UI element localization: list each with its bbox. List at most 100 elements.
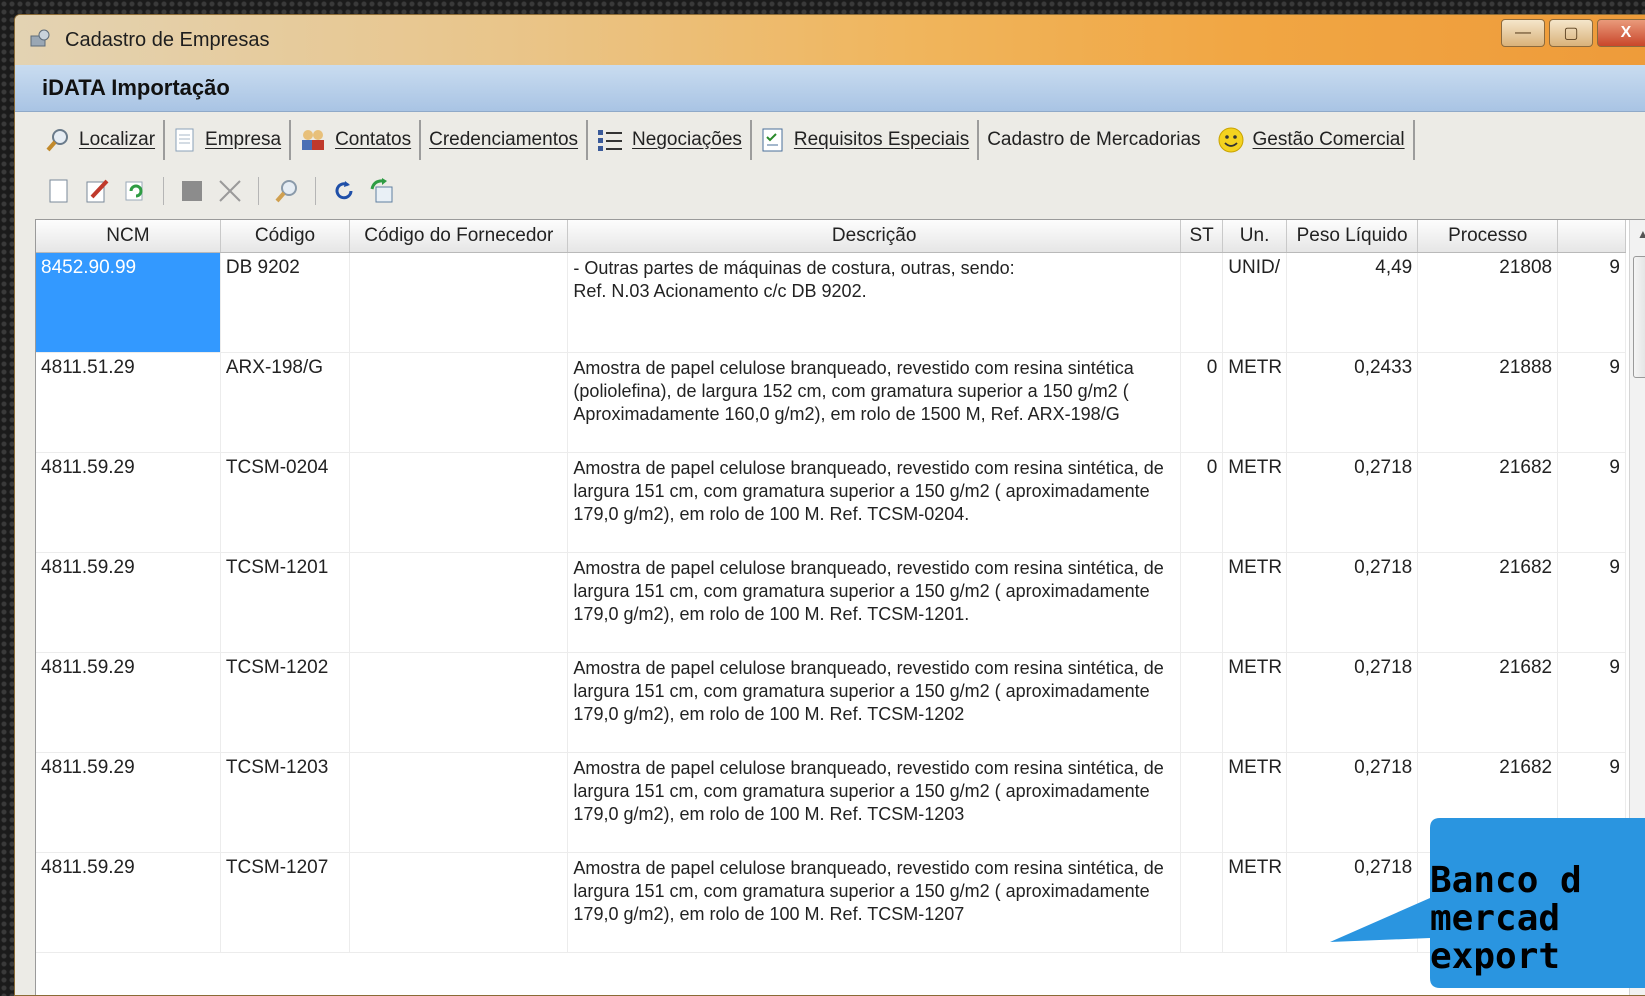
descricao-cell[interactable]: Amostra de papel celulose branqueado, re…: [567, 852, 1181, 953]
codigo-cell[interactable]: TCSM-0204: [220, 452, 351, 553]
column-header[interactable]: Descrição: [567, 220, 1181, 253]
ncm-cell[interactable]: 4811.51.29: [36, 352, 221, 453]
processo-cell[interactable]: 21682: [1417, 552, 1559, 653]
column-header[interactable]: Processo: [1417, 220, 1559, 253]
title-bar[interactable]: Cadastro de Empresas — ▢ X: [15, 15, 1645, 65]
descricao-cell[interactable]: Amostra de papel celulose branqueado, re…: [567, 352, 1181, 453]
new-icon[interactable]: [45, 177, 73, 205]
un-cell[interactable]: METR: [1222, 352, 1287, 453]
codigo-cell[interactable]: TCSM-1201: [220, 552, 351, 653]
st-cell[interactable]: 0: [1180, 352, 1224, 453]
peso-cell[interactable]: 0,2718: [1286, 552, 1419, 653]
descricao-cell[interactable]: Amostra de papel celulose branqueado, re…: [567, 552, 1181, 653]
fornecedor-cell[interactable]: [349, 452, 569, 553]
fornecedor-cell[interactable]: [349, 852, 569, 953]
search-icon[interactable]: [273, 177, 301, 205]
column-header[interactable]: NCM: [36, 220, 221, 253]
descricao-cell[interactable]: Amostra de papel celulose branqueado, re…: [567, 752, 1181, 853]
extra-cell[interactable]: 9: [1557, 252, 1626, 353]
ncm-cell[interactable]: 4811.59.29: [36, 752, 221, 853]
peso-cell[interactable]: 0,2433: [1286, 352, 1419, 453]
column-header[interactable]: Peso Líquido: [1286, 220, 1419, 253]
tab-label: Credenciamentos: [429, 129, 579, 150]
scroll-thumb[interactable]: [1633, 256, 1645, 378]
st-cell[interactable]: [1180, 652, 1224, 753]
descricao-cell[interactable]: - Outras partes de máquinas de costura, …: [567, 252, 1181, 353]
processo-cell[interactable]: 21808: [1417, 252, 1559, 353]
processo-cell[interactable]: 21682: [1417, 452, 1559, 553]
reload-icon[interactable]: [330, 177, 358, 205]
column-header[interactable]: ST: [1180, 220, 1224, 253]
extra-cell[interactable]: 9: [1557, 452, 1626, 553]
peso-cell[interactable]: 0,2718: [1286, 652, 1419, 753]
table-row[interactable]: 4811.59.29 TCSM-1201 Amostra de papel celu…: [36, 552, 1626, 653]
st-cell[interactable]: [1180, 252, 1224, 353]
toolbar-separator: [315, 177, 316, 205]
save-icon[interactable]: [178, 177, 206, 205]
un-cell[interactable]: METR: [1222, 752, 1287, 853]
maximize-button[interactable]: ▢: [1549, 19, 1593, 47]
tab-empresa[interactable]: Empresa: [165, 120, 292, 160]
codigo-cell[interactable]: TCSM-1203: [220, 752, 351, 853]
codigo-cell[interactable]: TCSM-1202: [220, 652, 351, 753]
close-button[interactable]: X: [1597, 19, 1645, 47]
column-header[interactable]: Un.: [1222, 220, 1287, 253]
peso-cell[interactable]: 0,2718: [1286, 452, 1419, 553]
descricao-cell[interactable]: Amostra de papel celulose branqueado, re…: [567, 452, 1181, 553]
un-cell[interactable]: METR: [1222, 452, 1287, 553]
codigo-cell[interactable]: DB 9202: [220, 252, 351, 353]
tab-requisitos-especiais[interactable]: Requisitos Especiais: [752, 120, 980, 160]
descricao-cell[interactable]: Amostra de papel celulose branqueado, re…: [567, 652, 1181, 753]
processo-cell[interactable]: 21888: [1417, 352, 1559, 453]
ncm-cell[interactable]: 4811.59.29: [36, 852, 221, 953]
tab-cadastro-de-mercadorias[interactable]: Cadastro de Mercadorias: [979, 120, 1208, 160]
refresh-arrows-icon[interactable]: [121, 177, 149, 205]
table-row[interactable]: 8452.90.99 DB 9202 - Outras partes de máqu…: [36, 252, 1626, 353]
peso-cell[interactable]: 4,49: [1286, 252, 1419, 353]
extra-cell[interactable]: 9: [1557, 552, 1626, 653]
column-header[interactable]: Código: [220, 220, 351, 253]
table-row[interactable]: 4811.59.29 TCSM-0204 Amostra de papel celu…: [36, 452, 1626, 553]
tab-label: Empresa: [205, 129, 282, 150]
scroll-up-icon[interactable]: ▲: [1630, 220, 1645, 248]
fornecedor-cell[interactable]: [349, 652, 569, 753]
tab-contatos[interactable]: Contatos: [291, 120, 422, 160]
un-cell[interactable]: METR: [1222, 552, 1287, 653]
delete-icon[interactable]: [216, 177, 244, 205]
tab-label: Cadastro de Mercadorias: [987, 129, 1201, 150]
codigo-cell[interactable]: TCSM-1207: [220, 852, 351, 953]
column-header[interactable]: [1557, 220, 1626, 253]
un-cell[interactable]: METR: [1222, 852, 1287, 953]
st-cell[interactable]: [1180, 552, 1224, 653]
table-header-row: NCM Código Código do Fornecedor Descrição ST…: [36, 220, 1626, 253]
extra-cell[interactable]: 9: [1557, 352, 1626, 453]
table-row[interactable]: 4811.51.29 ARX-198/G Amostra de papel celu…: [36, 352, 1626, 453]
tab-credenciamentos[interactable]: Credenciamentos: [421, 120, 589, 160]
import-icon[interactable]: [368, 177, 396, 205]
ncm-cell[interactable]: 4811.59.29: [36, 652, 221, 753]
minimize-button[interactable]: —: [1501, 19, 1545, 47]
table-row[interactable]: 4811.59.29 TCSM-1202 Amostra de papel celu…: [36, 652, 1626, 753]
un-cell[interactable]: UNID/: [1222, 252, 1287, 353]
codigo-cell[interactable]: ARX-198/G: [220, 352, 351, 453]
ncm-cell[interactable]: 4811.59.29: [36, 452, 221, 553]
st-cell[interactable]: 0: [1180, 452, 1224, 553]
un-cell[interactable]: METR: [1222, 652, 1287, 753]
fornecedor-cell[interactable]: [349, 252, 569, 353]
tab-localizar[interactable]: Localizar: [37, 120, 166, 160]
tab-gestao-comercial[interactable]: Gestão Comercial: [1209, 120, 1415, 160]
ncm-cell[interactable]: 8452.90.99: [36, 252, 221, 353]
edit-icon[interactable]: [83, 177, 111, 205]
fornecedor-cell[interactable]: [349, 352, 569, 453]
tab-label: Negociações: [632, 129, 742, 150]
fornecedor-cell[interactable]: [349, 552, 569, 653]
tab-negociacoes[interactable]: Negociações: [588, 120, 752, 160]
processo-cell[interactable]: 21682: [1417, 652, 1559, 753]
document-icon: [175, 128, 194, 152]
extra-cell[interactable]: 9: [1557, 652, 1626, 753]
st-cell[interactable]: [1180, 752, 1224, 853]
fornecedor-cell[interactable]: [349, 752, 569, 853]
column-header[interactable]: Código do Fornecedor: [349, 220, 569, 253]
ncm-cell[interactable]: 4811.59.29: [36, 552, 221, 653]
st-cell[interactable]: [1180, 852, 1224, 953]
